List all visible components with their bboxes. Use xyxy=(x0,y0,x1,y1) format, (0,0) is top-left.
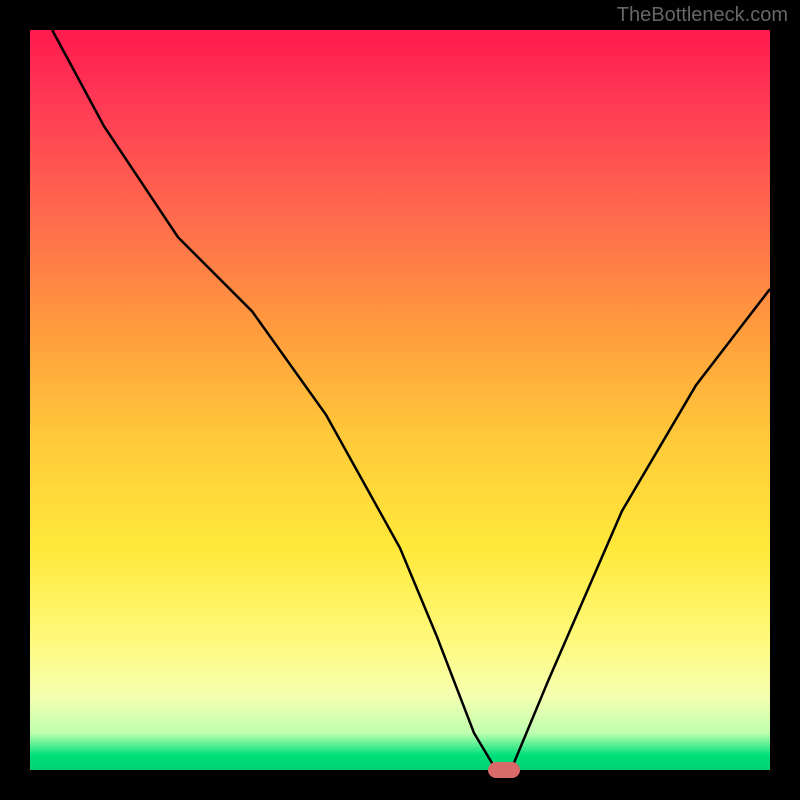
watermark-text: TheBottleneck.com xyxy=(617,4,788,27)
bottleneck-curve xyxy=(52,30,770,770)
plot-area xyxy=(30,30,770,770)
curve-svg xyxy=(30,30,770,770)
optimal-marker xyxy=(488,762,520,778)
